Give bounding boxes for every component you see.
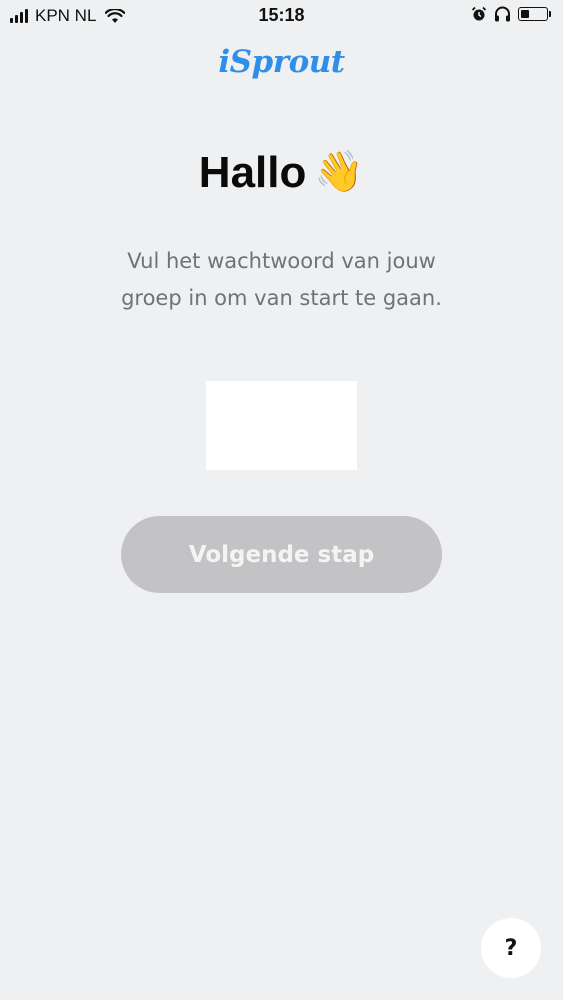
group-password-input[interactable] [206,381,357,470]
status-bar: KPN NL 15:18 [0,0,563,34]
greeting-text: Hallo [198,148,307,197]
app-logo: iSprout [218,44,345,80]
waving-hand-icon: 👋 [314,150,365,194]
instruction-text: Vul het wachtwoord van jouw groep in om … [90,243,473,317]
battery-nub [549,11,551,17]
login-screen: KPN NL 15:18 iSprout Hallo 👋 Vul het wac… [0,0,563,1000]
instruction-line-1: Vul het wachtwoord van jouw [127,249,436,273]
help-button[interactable]: ? [481,918,541,978]
instruction-line-2: groep in om van start te gaan. [121,286,442,310]
battery-icon [518,7,548,21]
status-right [464,6,551,22]
next-step-button[interactable]: Volgende stap [121,516,442,593]
alarm-icon [471,6,487,21]
headphones-icon [495,6,510,22]
page-title: Hallo 👋 [0,148,563,198]
